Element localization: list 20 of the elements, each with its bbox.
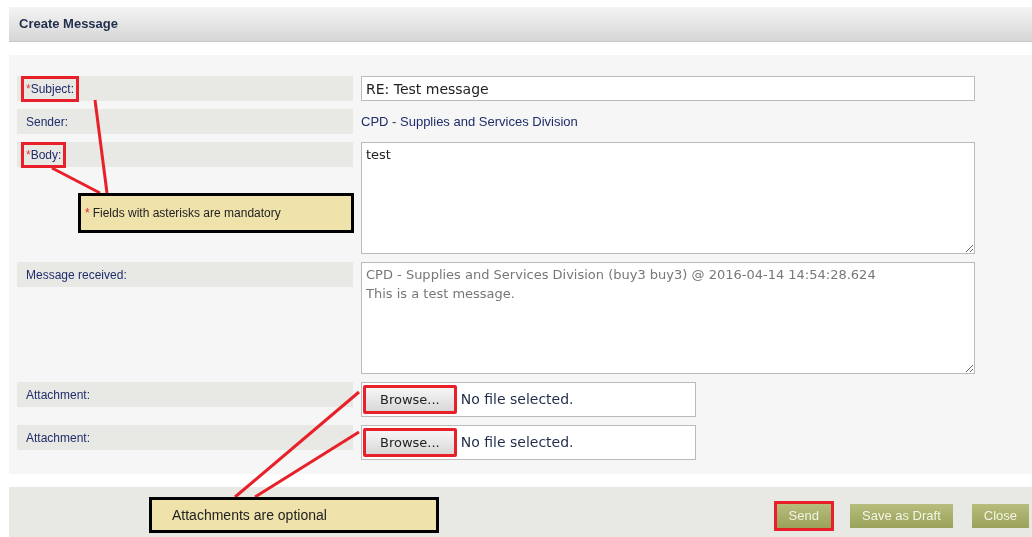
message-box[interactable]: CPD - Supplies and Services Division (buy3 buy3) @ 2016-04-14 14:54:28.624 This is a test message. [361,262,975,374]
callout-text: Fields with asterisks are mandatory [92,205,281,222]
body-field[interactable]: test [361,142,975,254]
file-status: No file selected. [460,433,574,452]
browse-button[interactable]: Browse... [363,385,457,414]
field-label: *Subject: [21,75,80,102]
subject-field[interactable]: RE: Test message [361,76,975,101]
asterisk-mark: * [85,205,90,222]
file-field[interactable]: Browse... No file selected. [361,425,696,460]
field-label: Sender: [25,113,70,131]
sender-value: CPD - Supplies and Services Division [361,112,579,131]
field-label: Attachment: [25,386,92,404]
file-status: No file selected. [460,390,574,409]
field-label: *Body: [21,141,67,168]
field-label: Attachment: [25,429,92,447]
callout-text: Attachments are optional [172,505,327,525]
file-field[interactable]: Browse... No file selected. [361,382,696,417]
page-title: Create Message [19,15,118,34]
browse-button[interactable]: Browse... [363,428,457,457]
field-label: Message received: [25,266,128,284]
